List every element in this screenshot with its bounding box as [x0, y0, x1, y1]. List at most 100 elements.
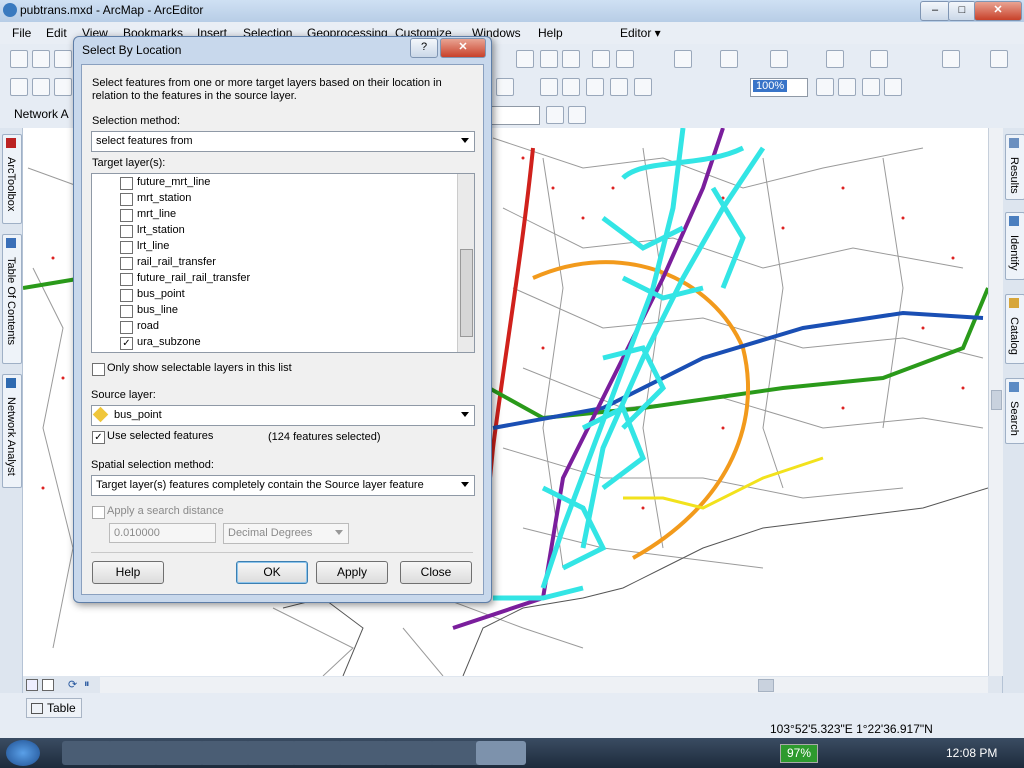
- table-window-tab[interactable]: Table: [26, 698, 82, 718]
- units-dropdown[interactable]: Decimal Degrees: [223, 523, 349, 544]
- network-layer-combo[interactable]: [488, 106, 540, 125]
- layout-view-icon[interactable]: [42, 679, 54, 691]
- refresh-icon[interactable]: ⟳: [68, 678, 77, 691]
- taskbar-app5-icon[interactable]: [384, 741, 434, 765]
- taskbar-explorer-icon[interactable]: [62, 741, 112, 765]
- tab-table-of-contents[interactable]: Table Of Contents: [2, 234, 22, 364]
- zoom-out-icon[interactable]: [32, 78, 50, 96]
- apply-button[interactable]: Apply: [316, 561, 388, 584]
- reshape-icon[interactable]: [770, 50, 788, 68]
- split-icon[interactable]: [826, 50, 844, 68]
- new-document-icon[interactable]: [10, 50, 28, 68]
- data-view-icon[interactable]: [26, 679, 38, 691]
- layer-checkbox[interactable]: [120, 193, 133, 206]
- focus-data-frame-icon[interactable]: [838, 78, 856, 96]
- use-selected-checkbox[interactable]: ✓: [92, 431, 105, 444]
- model-builder-icon[interactable]: [540, 50, 558, 68]
- menu-help[interactable]: Help: [538, 26, 563, 40]
- add-data-icon[interactable]: [616, 50, 634, 68]
- identify-icon[interactable]: [496, 78, 514, 96]
- clock[interactable]: 12:08 PM: [946, 746, 997, 760]
- minimize-button[interactable]: ‒: [920, 1, 950, 21]
- pan-icon[interactable]: [54, 78, 72, 96]
- layer-checkbox[interactable]: [120, 257, 133, 270]
- pause-drawing-icon[interactable]: ⏸: [84, 678, 90, 691]
- vertical-scroll-thumb[interactable]: [991, 390, 1002, 410]
- tab-network-analyst[interactable]: Network Analyst: [2, 374, 22, 488]
- help-button[interactable]: Help: [92, 561, 164, 584]
- close-button[interactable]: Close: [400, 561, 472, 584]
- tab-identify[interactable]: Identify: [1005, 212, 1024, 280]
- close-window-button[interactable]: ✕: [974, 1, 1022, 21]
- search-distance-input[interactable]: 0.010000: [109, 523, 216, 543]
- menu-file[interactable]: File: [12, 26, 31, 40]
- layers-scroll-thumb[interactable]: [460, 249, 473, 337]
- layer-checkbox[interactable]: [120, 225, 133, 238]
- edit-tool-icon[interactable]: [674, 50, 692, 68]
- layer-checkbox[interactable]: [120, 241, 133, 254]
- arcmap-app-icon[interactable]: [3, 3, 17, 17]
- rotate-icon[interactable]: [870, 50, 888, 68]
- map-vertical-scrollbar[interactable]: [988, 128, 1003, 676]
- layer-checkbox[interactable]: [120, 321, 133, 334]
- data-driven-pages-icon[interactable]: [884, 78, 902, 96]
- search-distance-checkbox[interactable]: [92, 506, 105, 519]
- ok-button[interactable]: OK: [236, 561, 308, 584]
- python-window-icon[interactable]: [562, 50, 580, 68]
- layout-zoom-out-icon[interactable]: [562, 78, 580, 96]
- toggle-draft-mode-icon[interactable]: [816, 78, 834, 96]
- layer-checkbox[interactable]: ✓: [120, 337, 133, 350]
- arctoolbox-icon[interactable]: [516, 50, 534, 68]
- maximize-button[interactable]: □: [948, 1, 976, 21]
- layer-checkbox[interactable]: [120, 177, 133, 190]
- taskbar-arcmap-icon[interactable]: [476, 741, 526, 765]
- battery-indicator[interactable]: 97%: [780, 744, 818, 763]
- attributes-icon[interactable]: [942, 50, 960, 68]
- layout-pan-icon[interactable]: [586, 78, 604, 96]
- tab-arctoolbox[interactable]: ArcToolbox: [2, 134, 22, 224]
- source-layer-dropdown[interactable]: bus_point: [91, 405, 475, 426]
- menu-edit[interactable]: Edit: [46, 26, 67, 40]
- dialog-help-button[interactable]: ?: [410, 38, 438, 58]
- zoom-100-icon[interactable]: [634, 78, 652, 96]
- build-network-icon[interactable]: [568, 106, 586, 124]
- selection-method-dropdown[interactable]: select features from: [91, 131, 475, 152]
- taskbar-arccatalog-icon[interactable]: [430, 741, 480, 765]
- tab-search[interactable]: Search: [1005, 378, 1024, 444]
- network-icon[interactable]: [592, 50, 610, 68]
- layers-scrollbar[interactable]: [457, 174, 474, 352]
- dialog-close-button[interactable]: ✕: [440, 38, 486, 58]
- zoom-in-icon[interactable]: [10, 78, 28, 96]
- open-folder-icon[interactable]: [32, 50, 50, 68]
- sketch-tool-icon[interactable]: [720, 50, 738, 68]
- layer-checkbox[interactable]: [120, 209, 133, 222]
- tab-catalog[interactable]: Catalog: [1005, 294, 1024, 364]
- taskbar-app-icon[interactable]: [108, 741, 158, 765]
- layer-checkbox[interactable]: [120, 273, 133, 286]
- taskbar-app3-icon[interactable]: [292, 741, 342, 765]
- tab-catalog-label: Catalog: [1008, 317, 1020, 355]
- layout-zoom-in-icon[interactable]: [540, 78, 558, 96]
- zoom-whole-page-icon[interactable]: [610, 78, 628, 96]
- sketch-properties-icon[interactable]: [990, 50, 1008, 68]
- layer-checkbox[interactable]: [120, 289, 133, 302]
- spatial-method-dropdown[interactable]: Target layer(s) features completely cont…: [91, 475, 475, 496]
- taskbar-app2-icon[interactable]: [246, 741, 296, 765]
- start-button[interactable]: [6, 740, 40, 766]
- taskbar-chrome-icon[interactable]: [154, 741, 204, 765]
- taskbar-app4-icon[interactable]: [338, 741, 388, 765]
- save-icon[interactable]: [54, 50, 72, 68]
- network-window-icon[interactable]: [546, 106, 564, 124]
- zoom-combo[interactable]: 100%: [750, 78, 808, 97]
- change-layout-icon[interactable]: [862, 78, 880, 96]
- taskbar-eclipse-icon[interactable]: [200, 741, 250, 765]
- only-selectable-checkbox[interactable]: [92, 363, 105, 376]
- horizontal-scroll-thumb[interactable]: [758, 679, 774, 692]
- layer-checkbox[interactable]: [120, 305, 133, 318]
- tab-search-label: Search: [1008, 401, 1020, 436]
- editor-menu[interactable]: Editor ▾: [620, 26, 661, 40]
- tab-results[interactable]: Results: [1005, 134, 1024, 200]
- target-layers-list[interactable]: future_mrt_line mrt_station mrt_line lrt_st…: [91, 173, 475, 353]
- map-horizontal-scrollbar[interactable]: [100, 677, 988, 693]
- layer-name: future_rail_rail_transfer: [137, 272, 251, 284]
